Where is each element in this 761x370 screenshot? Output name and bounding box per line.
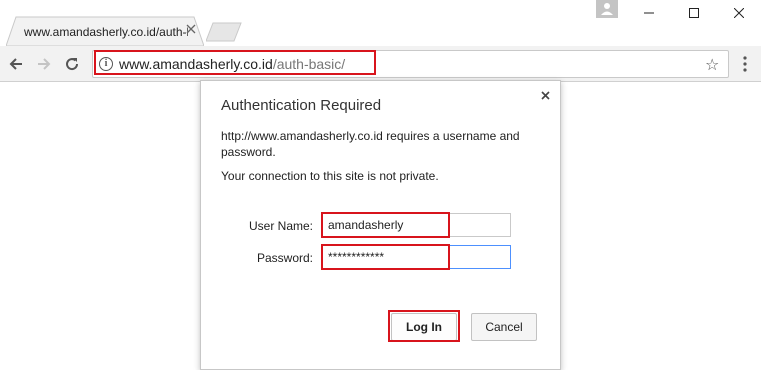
browser-tab[interactable]: www.amandasherly.co.id/auth-basic/ bbox=[6, 16, 204, 46]
forward-arrow-icon[interactable] bbox=[34, 54, 54, 74]
password-highlight-box bbox=[321, 244, 450, 270]
dialog-message: http://www.amandasherly.co.id requires a… bbox=[221, 129, 520, 159]
close-icon[interactable] bbox=[541, 88, 550, 103]
window-close-icon[interactable] bbox=[716, 0, 761, 26]
auth-dialog: Authentication Required http://www.amand… bbox=[200, 80, 561, 370]
tab-title: www.amandasherly.co.id/auth-basic/ bbox=[24, 25, 188, 39]
new-tab-button[interactable] bbox=[206, 22, 242, 42]
profile-icon[interactable] bbox=[596, 0, 618, 18]
reload-icon[interactable] bbox=[62, 54, 82, 74]
maximize-icon[interactable] bbox=[671, 0, 716, 26]
minimize-icon[interactable] bbox=[626, 0, 671, 26]
star-icon[interactable]: ☆ bbox=[705, 55, 719, 75]
title-bar: www.amandasherly.co.id/auth-basic/ bbox=[0, 0, 761, 46]
privacy-note: Your connection to this site is not priv… bbox=[221, 169, 439, 183]
password-label: Password: bbox=[256, 251, 313, 265]
dialog-title: Authentication Required bbox=[221, 97, 382, 114]
username-label: User Name: bbox=[248, 219, 313, 233]
username-highlight-box bbox=[321, 212, 450, 238]
login-highlight-box bbox=[388, 310, 460, 342]
tab-close-icon[interactable] bbox=[186, 24, 198, 38]
kebab-menu-icon[interactable] bbox=[740, 54, 750, 74]
cancel-button[interactable]: Cancel bbox=[471, 313, 537, 341]
back-arrow-icon[interactable] bbox=[6, 54, 26, 74]
address-highlight-box bbox=[94, 50, 376, 75]
